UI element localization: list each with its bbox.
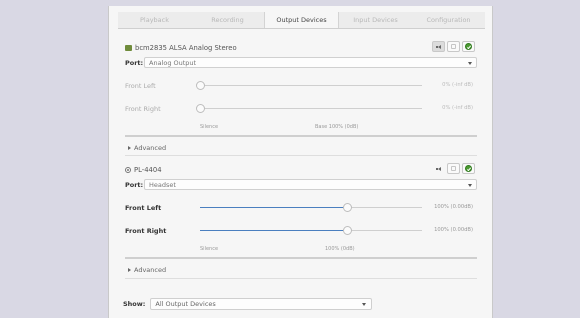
expander-arrow-icon [128, 268, 131, 272]
scale-base: 100% (0dB) [325, 246, 355, 252]
device-name: PL-4404 [134, 166, 162, 174]
channel-value: 0% (-inf dB) [442, 105, 473, 111]
separator [125, 257, 477, 259]
advanced-expander[interactable]: Advanced [128, 144, 166, 152]
slider-knob[interactable] [196, 81, 205, 90]
volume-scale: Silence Base 100% (0dB) [125, 124, 477, 132]
volume-scale: Silence 100% (0dB) [125, 246, 477, 254]
show-select[interactable]: All Output Devices [150, 298, 373, 310]
channel-value: 100% (0.00dB) [434, 227, 473, 233]
tab-output-devices[interactable]: Output Devices [264, 12, 339, 28]
port-select[interactable]: Analog Output [144, 57, 477, 68]
dropdown-arrow-icon [468, 184, 472, 187]
dropdown-arrow-icon [468, 62, 472, 65]
volume-slider[interactable] [200, 226, 422, 235]
channel-label: Front Right [125, 105, 161, 113]
port-label: Port: [125, 58, 144, 67]
channel-label: Front Left [125, 82, 156, 90]
volume-slider[interactable] [196, 81, 422, 90]
lock-icon [451, 44, 456, 49]
volume-slider[interactable] [200, 203, 422, 212]
port-row: Port: Headset [125, 179, 477, 190]
show-label: Show: [123, 300, 146, 308]
device-buttons [432, 41, 475, 52]
port-row: Port: Analog Output [125, 57, 477, 68]
tab-playback[interactable]: Playback [118, 12, 191, 28]
speaker-icon [435, 166, 442, 171]
default-check-icon [465, 165, 472, 172]
volume-slider[interactable] [196, 104, 422, 113]
tab-bar: Playback Recording Output Devices Input … [118, 12, 485, 29]
tab-configuration[interactable]: Configuration [412, 12, 485, 28]
channel-label: Front Left [125, 204, 162, 212]
device-buttons [432, 163, 475, 174]
set-default-button[interactable] [462, 41, 475, 52]
sound-card-icon [125, 45, 132, 51]
expander-arrow-icon [128, 146, 131, 150]
device-title: bcm2835 ALSA Analog Stereo [125, 44, 237, 52]
device-name: bcm2835 ALSA Analog Stereo [135, 44, 237, 52]
advanced-label: Advanced [134, 144, 167, 152]
port-value: Headset [149, 180, 176, 189]
port-label: Port: [125, 180, 144, 189]
advanced-expander[interactable]: Advanced [128, 266, 166, 274]
show-filter-row: Show: All Output Devices [123, 298, 373, 310]
lock-channels-button[interactable] [447, 163, 460, 174]
dropdown-arrow-icon [362, 303, 367, 306]
tab-recording[interactable]: Recording [191, 12, 264, 28]
scale-silence: Silence [200, 246, 219, 252]
device-panel-headset: PL-4404 Port: Headset Front Left 100% (0… [125, 163, 477, 276]
tab-input-devices[interactable]: Input Devices [339, 12, 412, 28]
headset-icon [125, 167, 131, 173]
slider-knob[interactable] [342, 226, 352, 235]
slider-fill [200, 230, 347, 231]
channel-row-front-right: Front Right 100% (0.00dB) [125, 226, 477, 236]
channel-label: Front Right [125, 227, 167, 235]
pavucontrol-window: Playback Recording Output Devices Input … [108, 6, 493, 318]
speaker-mute-icon [435, 44, 442, 49]
separator [125, 135, 477, 137]
device-divider [125, 278, 477, 279]
mute-button[interactable] [432, 163, 445, 174]
slider-knob[interactable] [196, 104, 205, 113]
lock-icon [451, 166, 456, 171]
device-divider [125, 155, 477, 156]
channel-value: 0% (-inf dB) [442, 82, 473, 88]
channel-value: 100% (0.00dB) [434, 204, 473, 210]
channel-row-front-right: Front Right 0% (-inf dB) [125, 104, 477, 114]
channel-row-front-left: Front Left 100% (0.00dB) [125, 203, 477, 213]
port-value: Analog Output [149, 58, 197, 67]
advanced-label: Advanced [134, 266, 167, 274]
set-default-button[interactable] [462, 163, 475, 174]
mute-button[interactable] [432, 41, 445, 52]
default-check-icon [465, 43, 472, 50]
scale-base: Base 100% (0dB) [315, 124, 359, 130]
show-value: All Output Devices [155, 300, 216, 308]
port-select[interactable]: Headset [144, 179, 477, 190]
device-title: PL-4404 [125, 166, 162, 174]
slider-fill [200, 207, 347, 208]
channel-row-front-left: Front Left 0% (-inf dB) [125, 81, 477, 91]
device-panel-analog: bcm2835 ALSA Analog Stereo Port: Analog … [125, 41, 477, 154]
slider-knob[interactable] [342, 203, 352, 212]
lock-channels-button[interactable] [447, 41, 460, 52]
scale-silence: Silence [200, 124, 219, 130]
